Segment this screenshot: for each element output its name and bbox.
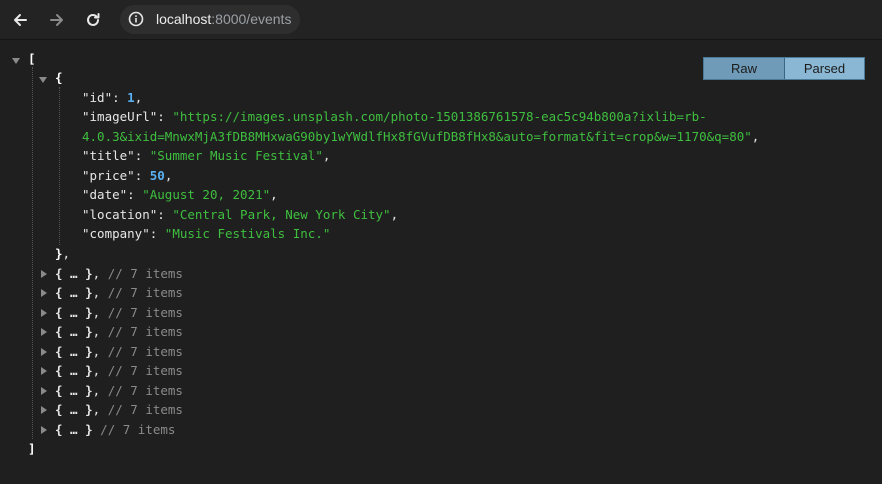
expand-toggle-icon[interactable] [41,269,47,278]
expand-toggle-icon[interactable] [41,347,47,356]
collapsed-item-count: // 7 items [107,265,183,281]
json-collapsed-item[interactable]: { … } // 7 items [55,420,175,440]
forward-button[interactable] [44,7,70,33]
collapsed-item-count: // 7 items [107,285,183,301]
collapsed-item-count: // 7 items [107,324,183,340]
collapsed-item-count: // 7 items [100,421,176,437]
collapsed-summary: { … } [55,363,93,379]
json-collapsed-item[interactable]: { … }, // 7 items [55,303,183,323]
collapsed-item-count: // 7 items [107,363,183,379]
expand-toggle-icon[interactable] [41,289,47,298]
json-collapsed-item[interactable]: { … }, // 7 items [55,283,183,303]
collapsed-item-count: // 7 items [107,382,183,398]
collapsed-summary: { … } [55,382,93,398]
url-path: :8000/events [211,11,292,27]
json-collapsed-item[interactable]: { … }, // 7 items [55,400,183,420]
collapsed-summary: { … } [55,265,93,281]
json-row-title: "title": "Summer Music Festival", [82,148,331,163]
json-row-company: "company": "Music Festivals Inc." [82,226,331,241]
json-collapsed-item[interactable]: { … }, // 7 items [55,322,183,342]
json-row-imageurl-continued: 4.0.3&ixid=MnwxMjA3fDB8MHxwaG90by1wYWdlf… [82,129,760,144]
collapsed-summary: { … } [55,285,93,301]
json-row-date: "date": "August 20, 2021", [82,187,278,202]
collapsed-item-count: // 7 items [107,343,183,359]
reload-button[interactable] [80,7,106,33]
json-row-price: "price": 50, [82,168,173,183]
expand-toggle-icon[interactable] [12,58,20,64]
json-row-imageurl: "imageUrl": "https://images.unsplash.com… [82,109,707,124]
expand-toggle-icon[interactable] [41,308,47,317]
expand-toggle-icon[interactable] [41,367,47,376]
collapsed-item-count: // 7 items [107,304,183,320]
json-row-location: "location": "Central Park, New York City… [82,207,399,222]
expand-toggle-icon[interactable] [41,328,47,337]
indent-guide [32,67,33,439]
indent-guide [59,87,60,245]
forward-arrow-icon [50,14,63,26]
info-icon[interactable] [128,11,144,27]
view-toggle: Raw Parsed [703,57,865,80]
json-viewer: Raw Parsed [ { "id": 1, "imageUrl": "htt… [0,41,882,484]
json-collapsed-item[interactable]: { … }, // 7 items [55,361,183,381]
expand-toggle-icon[interactable] [41,386,47,395]
browser-toolbar: localhost:8000/events [0,0,882,40]
collapsed-summary: { … } [55,343,93,359]
collapsed-summary: { … } [55,304,93,320]
json-object-close: }, [55,246,71,261]
raw-button[interactable]: Raw [704,58,785,79]
json-collapsed-item[interactable]: { … }, // 7 items [55,342,183,362]
expand-toggle-icon[interactable] [39,77,47,83]
url-text[interactable]: localhost:8000/events [156,11,291,27]
json-row-id: "id": 1, [82,90,143,105]
json-object-open: { [55,70,63,85]
collapsed-item-count: // 7 items [107,402,183,418]
back-button[interactable] [7,7,33,33]
expand-toggle-icon[interactable] [41,425,47,434]
address-bar[interactable]: localhost:8000/events [118,4,882,35]
collapsed-summary: { … } [55,402,93,418]
collapsed-summary: { … } [55,324,93,340]
expand-toggle-icon[interactable] [41,406,47,415]
reload-icon [87,13,100,26]
json-open-bracket: [ [28,51,36,66]
back-arrow-icon [14,14,27,26]
json-collapsed-item[interactable]: { … }, // 7 items [55,381,183,401]
url-host: localhost [156,11,212,27]
parsed-button[interactable]: Parsed [785,58,864,79]
collapsed-summary: { … } [55,421,93,437]
json-collapsed-item[interactable]: { … }, // 7 items [55,264,183,284]
json-close-bracket: ] [28,441,36,456]
